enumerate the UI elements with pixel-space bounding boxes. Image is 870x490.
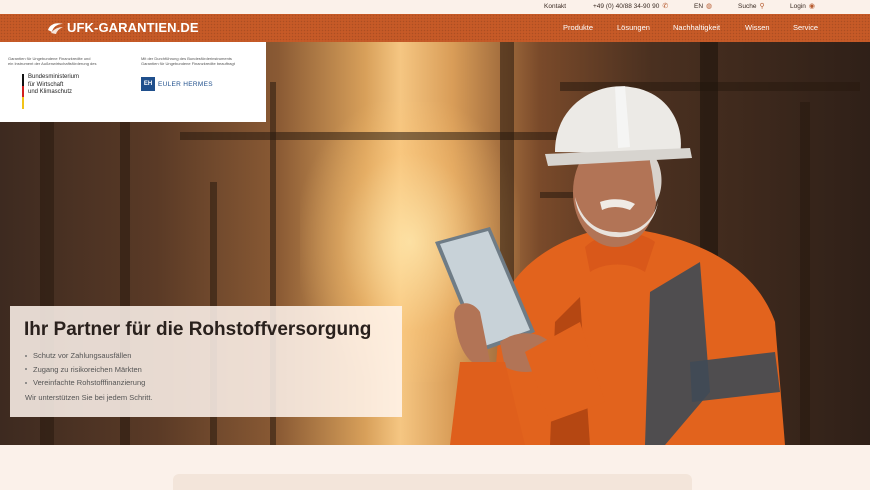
list-item: Schutz vor Zahlungsausfällen (25, 349, 145, 363)
search-icon: ⚲ (759, 3, 765, 10)
utility-bar: Kontakt +49 (0) 40/88 34-90 90 ✆ EN ◍ Su… (0, 0, 870, 14)
logo-swoosh-icon (47, 21, 64, 35)
euler-hermes-name: EULER HERMES (158, 80, 213, 88)
ministry-name-line-3: und Klimaschutz (28, 89, 73, 95)
nav-item-produkte[interactable]: Produkte (563, 23, 593, 32)
worker-with-tablet-illustration (435, 86, 785, 445)
bullet-icon (25, 368, 27, 371)
partner-info-panel: Garantien für Ungebundene Finanzkredite … (0, 42, 266, 122)
list-item: Vereinfachte Rohstofffinanzierung (25, 376, 145, 390)
site-logo[interactable]: UFK-GARANTIEN.DE (47, 20, 199, 35)
partner-right-text-2: Garantien für Ungebundene Finanzkredite … (141, 61, 235, 66)
bullet-icon (25, 354, 27, 357)
search-link[interactable]: Suche ⚲ (738, 3, 765, 10)
partner-left-text-2: ein Instrument der Außenwirtschaftsförde… (8, 61, 97, 66)
login-link[interactable]: Login ◉ (790, 3, 815, 10)
nav-item-loesungen[interactable]: Lösungen (617, 23, 650, 32)
kontakt-label: Kontakt (544, 3, 567, 10)
hero-tagline: Wir unterstützen Sie bei jedem Schritt. (25, 393, 153, 402)
ministry-name-line-2: für Wirtschaft (28, 81, 64, 88)
kontakt-link[interactable]: Kontakt (544, 3, 566, 10)
german-flag-icon (22, 74, 24, 110)
login-label: Login (790, 3, 806, 10)
hero-title: Ihr Partner für die Rohstoffversorgung (24, 319, 372, 340)
nav-item-nachhaltigkeit[interactable]: Nachhaltigkeit (673, 23, 720, 32)
user-icon: ◉ (808, 3, 816, 10)
phone-number: +49 (0) 40/88 34-90 90 (593, 3, 660, 10)
euler-hermes-logo[interactable]: EH EULER HERMES (141, 77, 213, 91)
main-navigation: UFK-GARANTIEN.DE Produkte Lösungen Nachh… (0, 14, 870, 42)
hero-benefit-list: Schutz vor Zahlungsausfällen Zugang zu r… (25, 349, 145, 390)
bullet-icon (25, 381, 27, 384)
euler-hermes-icon: EH (141, 77, 155, 91)
hero-beam (800, 102, 810, 445)
list-item: Zugang zu risikoreichen Märkten (25, 363, 145, 377)
language-label: EN (694, 3, 704, 10)
language-switch[interactable]: EN ◍ (694, 3, 712, 10)
logo-text: UFK-GARANTIEN.DE (67, 20, 199, 35)
phone-icon: ✆ (662, 3, 669, 10)
nav-item-service[interactable]: Service (793, 23, 818, 32)
ministry-name-line-1: Bundesministerium (28, 74, 80, 80)
hero-card: Ihr Partner für die Rohstoffversorgung S… (10, 306, 402, 417)
bmwk-logo[interactable]: Bundesministerium für Wirtschaft und Kli… (22, 74, 80, 110)
globe-icon: ◍ (706, 3, 713, 10)
content-box (173, 474, 692, 490)
phone-link[interactable]: +49 (0) 40/88 34-90 90 ✆ (593, 3, 668, 10)
search-label: Suche (738, 3, 757, 10)
nav-item-wissen[interactable]: Wissen (745, 23, 770, 32)
